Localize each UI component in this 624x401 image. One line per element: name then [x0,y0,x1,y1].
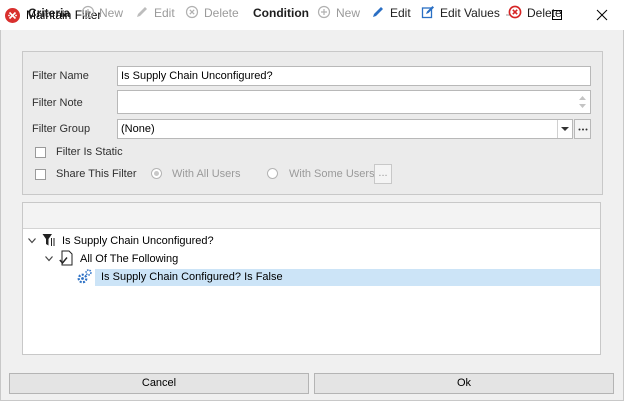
pencil-icon [137,7,147,17]
add-condition-icon [317,5,331,19]
condition-edit-button[interactable]: Edit [390,6,411,20]
note-scrollbar[interactable] [578,94,587,110]
condition-delete-button[interactable]: Delete [527,6,562,20]
gears-icon [77,269,92,284]
delete-circle-icon [185,5,199,19]
condition-new-button[interactable]: New [336,6,360,20]
filter-funnel-icon [42,234,55,246]
ok-button[interactable]: Ok [314,373,614,394]
add-criteria-icon [81,5,95,19]
filter-group-select[interactable]: (None) [117,119,573,139]
criteria-edit-button[interactable]: Edit [154,6,175,20]
ellipsis-icon [578,128,588,131]
app-logo-icon [5,8,20,23]
filter-note-label: Filter Note [32,97,83,109]
document-check-icon [59,250,73,266]
select-users-button[interactable]: ... [374,164,392,184]
criteria-delete-button[interactable]: Delete [204,6,239,20]
tree-root-label[interactable]: Is Supply Chain Unconfigured? [62,235,214,247]
filter-is-static-label: Filter Is Static [56,146,123,158]
criteria-section-label: Criteria [28,6,71,20]
filter-group-browse-button[interactable] [574,119,591,139]
filter-name-label: Filter Name [32,70,89,82]
chevron-down-icon [561,127,569,131]
filter-group-dropdown-button[interactable] [557,120,572,138]
share-filter-label: Share This Filter [56,168,137,180]
with-all-users-radio[interactable] [151,168,162,179]
cancel-button[interactable]: Cancel [9,373,309,394]
tree-group-label[interactable]: All Of The Following [80,253,178,265]
condition-section-label: Condition [253,6,309,20]
with-all-users-label: With All Users [172,168,241,180]
chevron-down-icon[interactable] [28,238,36,244]
with-some-users-radio[interactable] [267,168,278,179]
filter-note-input[interactable] [117,90,591,114]
share-filter-checkbox[interactable] [35,169,46,180]
filter-name-value: Is Supply Chain Unconfigured? [121,70,273,82]
radio-dot [154,171,159,176]
filter-group-label: Filter Group [32,123,91,135]
close-button[interactable] [580,0,624,30]
filter-name-input[interactable]: Is Supply Chain Unconfigured? [117,66,591,86]
pencil-icon [373,7,383,17]
filter-group-value: (None) [121,123,155,135]
filter-is-static-checkbox[interactable] [35,147,46,158]
chevron-down-icon[interactable] [45,256,53,262]
with-some-users-label: With Some Users [289,168,375,180]
edit-values-icon [421,6,434,19]
tree-condition-label[interactable]: Is Supply Chain Configured? Is False [101,271,283,283]
condition-edit-values-button[interactable]: Edit Values [440,6,500,20]
criteria-toolbar [23,203,600,229]
criteria-new-button[interactable]: New [99,6,123,20]
delete-circle-icon [508,5,522,19]
